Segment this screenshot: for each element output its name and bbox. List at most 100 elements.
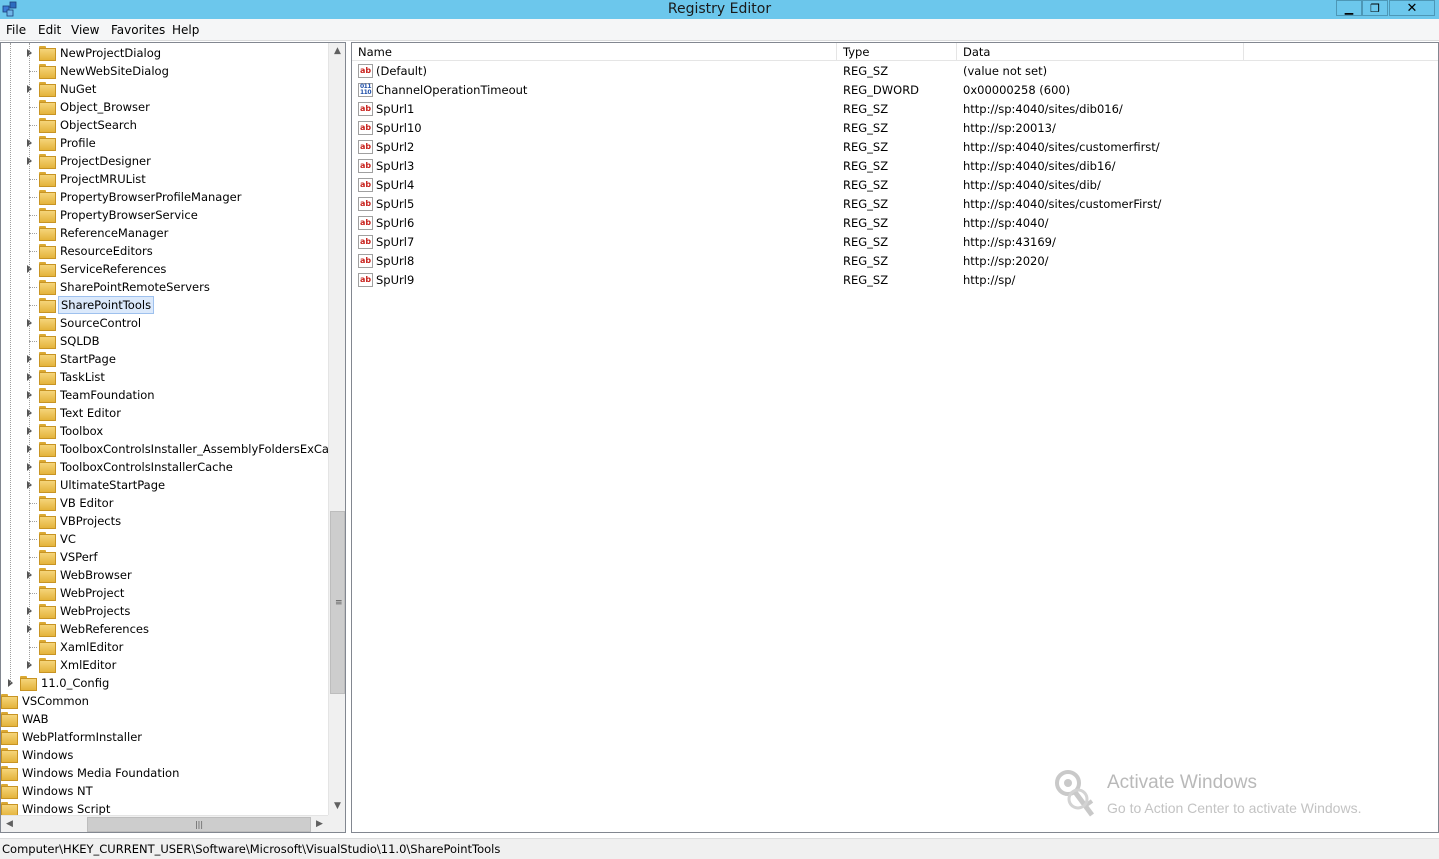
- tree-item[interactable]: WebProjects: [1, 602, 328, 620]
- tree-item[interactable]: WebProject: [1, 584, 328, 602]
- scroll-left-arrow-icon[interactable]: ◀: [1, 816, 18, 832]
- value-type: REG_SZ: [843, 64, 889, 78]
- tree-item-label: Profile: [60, 136, 96, 150]
- folder-icon: [39, 82, 56, 97]
- column-header-type[interactable]: Type: [837, 43, 957, 61]
- folder-icon: [39, 496, 56, 511]
- registry-value-row[interactable]: ab SpUrl5 REG_SZ http://sp:4040/sites/custo…: [352, 195, 1244, 214]
- tree-connector: [29, 197, 37, 198]
- registry-value-row[interactable]: ab SpUrl9 REG_SZ http://sp/: [352, 271, 1244, 290]
- scroll-right-arrow-icon[interactable]: ▶: [311, 816, 328, 832]
- tree-horizontal-scrollbar[interactable]: ◀ ||| ▶: [1, 815, 328, 832]
- tree-item-label: VB Editor: [60, 496, 114, 510]
- tree-item[interactable]: WebReferences: [1, 620, 328, 638]
- folder-icon: [1, 730, 18, 745]
- tree-item[interactable]: SharePointTools: [1, 296, 328, 314]
- tree-item[interactable]: ObjectSearch: [1, 116, 328, 134]
- menu-edit[interactable]: Edit: [38, 22, 61, 38]
- tree-item[interactable]: 11.0_Config: [1, 674, 328, 692]
- tree-item[interactable]: VC: [1, 530, 328, 548]
- column-header-data[interactable]: Data: [957, 43, 1244, 61]
- registry-value-row[interactable]: ab SpUrl6 REG_SZ http://sp:4040/: [352, 214, 1244, 233]
- tree-item-label: Toolbox: [60, 424, 104, 438]
- tree-item[interactable]: ResourceEditors: [1, 242, 328, 260]
- tree-item[interactable]: XamlEditor: [1, 638, 328, 656]
- tree-item[interactable]: VBProjects: [1, 512, 328, 530]
- registry-value-row[interactable]: ab SpUrl2 REG_SZ http://sp:4040/sites/custo…: [352, 138, 1244, 157]
- tree-horizontal-scroll-thumb[interactable]: |||: [87, 817, 311, 832]
- registry-value-row[interactable]: ab SpUrl8 REG_SZ http://sp:2020/: [352, 252, 1244, 271]
- folder-icon: [39, 568, 56, 583]
- value-data: http://sp:4040/sites/dib/: [963, 178, 1101, 192]
- tree-item-label: ResourceEditors: [60, 244, 153, 258]
- folder-icon: [39, 352, 56, 367]
- tree-item[interactable]: VSCommon: [1, 692, 328, 710]
- registry-value-row[interactable]: ab SpUrl7 REG_SZ http://sp:43169/: [352, 233, 1244, 252]
- value-data: http://sp/: [963, 273, 1016, 287]
- column-header-name[interactable]: Name: [352, 43, 837, 61]
- tree-item[interactable]: WebPlatformInstaller: [1, 728, 328, 746]
- tree-item[interactable]: PropertyBrowserProfileManager: [1, 188, 328, 206]
- tree-item[interactable]: ProjectMRUList: [1, 170, 328, 188]
- tree-item[interactable]: ReferenceManager: [1, 224, 328, 242]
- tree-item[interactable]: VB Editor: [1, 494, 328, 512]
- tree-vertical-scrollbar[interactable]: ▲ ≡ ▼: [328, 43, 345, 815]
- tree-item[interactable]: Windows NT: [1, 782, 328, 800]
- tree-item[interactable]: NuGet: [1, 80, 328, 98]
- tree-item[interactable]: Object_Browser: [1, 98, 328, 116]
- tree-item[interactable]: UltimateStartPage: [1, 476, 328, 494]
- registry-value-row[interactable]: ab SpUrl4 REG_SZ http://sp:4040/sites/dib/: [352, 176, 1244, 195]
- tree-item[interactable]: SourceControl: [1, 314, 328, 332]
- registry-value-row[interactable]: 011 110 ChannelOperationTimeout REG_DWORD 0x…: [352, 81, 1244, 100]
- tree-item[interactable]: NewProjectDialog: [1, 44, 328, 62]
- tree-item[interactable]: Text Editor: [1, 404, 328, 422]
- value-type: REG_SZ: [843, 197, 889, 211]
- folder-icon: [39, 64, 56, 79]
- tree-vertical-scroll-thumb[interactable]: ≡: [330, 511, 345, 694]
- tree-item[interactable]: Windows: [1, 746, 328, 764]
- tree-item[interactable]: Profile: [1, 134, 328, 152]
- folder-icon: [39, 460, 56, 475]
- registry-value-row[interactable]: ab SpUrl1 REG_SZ http://sp:4040/sites/dib01…: [352, 100, 1244, 119]
- tree-item[interactable]: PropertyBrowserService: [1, 206, 328, 224]
- tree-item[interactable]: StartPage: [1, 350, 328, 368]
- tree-item[interactable]: ServiceReferences: [1, 260, 328, 278]
- tree-item[interactable]: ProjectDesigner: [1, 152, 328, 170]
- restore-button[interactable]: ❐: [1362, 0, 1388, 16]
- close-button[interactable]: ✕: [1389, 0, 1435, 16]
- registry-value-row[interactable]: ab SpUrl10 REG_SZ http://sp:20013/: [352, 119, 1244, 138]
- tree-item-label: TeamFoundation: [60, 388, 155, 402]
- tree-item[interactable]: WAB: [1, 710, 328, 728]
- tree-item[interactable]: XmlEditor: [1, 656, 328, 674]
- menu-favorites[interactable]: Favorites: [111, 22, 165, 38]
- tree-item[interactable]: ToolboxControlsInstallerCache: [1, 458, 328, 476]
- registry-values-list[interactable]: Name Type Data ab (Default) REG_SZ (value n…: [351, 42, 1439, 833]
- registry-value-row[interactable]: ab (Default) REG_SZ (value not set): [352, 62, 1244, 81]
- registry-key-tree[interactable]: NewProjectDialog NewWebSiteDialog NuGet Obj…: [0, 42, 346, 833]
- tree-item[interactable]: ToolboxControlsInstaller_AssemblyFolders…: [1, 440, 345, 458]
- tree-item[interactable]: TeamFoundation: [1, 386, 328, 404]
- tree-item[interactable]: Toolbox: [1, 422, 328, 440]
- tree-item[interactable]: TaskList: [1, 368, 328, 386]
- tree-connector: [29, 593, 37, 594]
- minimize-button[interactable]: ▁: [1336, 0, 1362, 16]
- menu-file[interactable]: File: [6, 22, 26, 38]
- folder-icon: [39, 136, 56, 151]
- watermark-title: Activate Windows: [1107, 772, 1257, 793]
- tree-connector: [29, 521, 37, 522]
- tree-item[interactable]: WebBrowser: [1, 566, 328, 584]
- tree-item[interactable]: VSPerf: [1, 548, 328, 566]
- folder-icon: [39, 586, 56, 601]
- value-name: SpUrl5: [376, 197, 415, 211]
- tree-item[interactable]: SQLDB: [1, 332, 328, 350]
- tree-item[interactable]: Windows Media Foundation: [1, 764, 328, 782]
- tree-item[interactable]: SharePointRemoteServers: [1, 278, 328, 296]
- registry-value-row[interactable]: ab SpUrl3 REG_SZ http://sp:4040/sites/dib16…: [352, 157, 1244, 176]
- tree-connector: [29, 179, 37, 180]
- menu-view[interactable]: View: [71, 22, 99, 38]
- scroll-up-arrow-icon[interactable]: ▲: [329, 43, 345, 60]
- menu-help[interactable]: Help: [172, 22, 199, 38]
- scroll-down-arrow-icon[interactable]: ▼: [329, 798, 345, 815]
- tree-item[interactable]: NewWebSiteDialog: [1, 62, 328, 80]
- value-data: http://sp:2020/: [963, 254, 1049, 268]
